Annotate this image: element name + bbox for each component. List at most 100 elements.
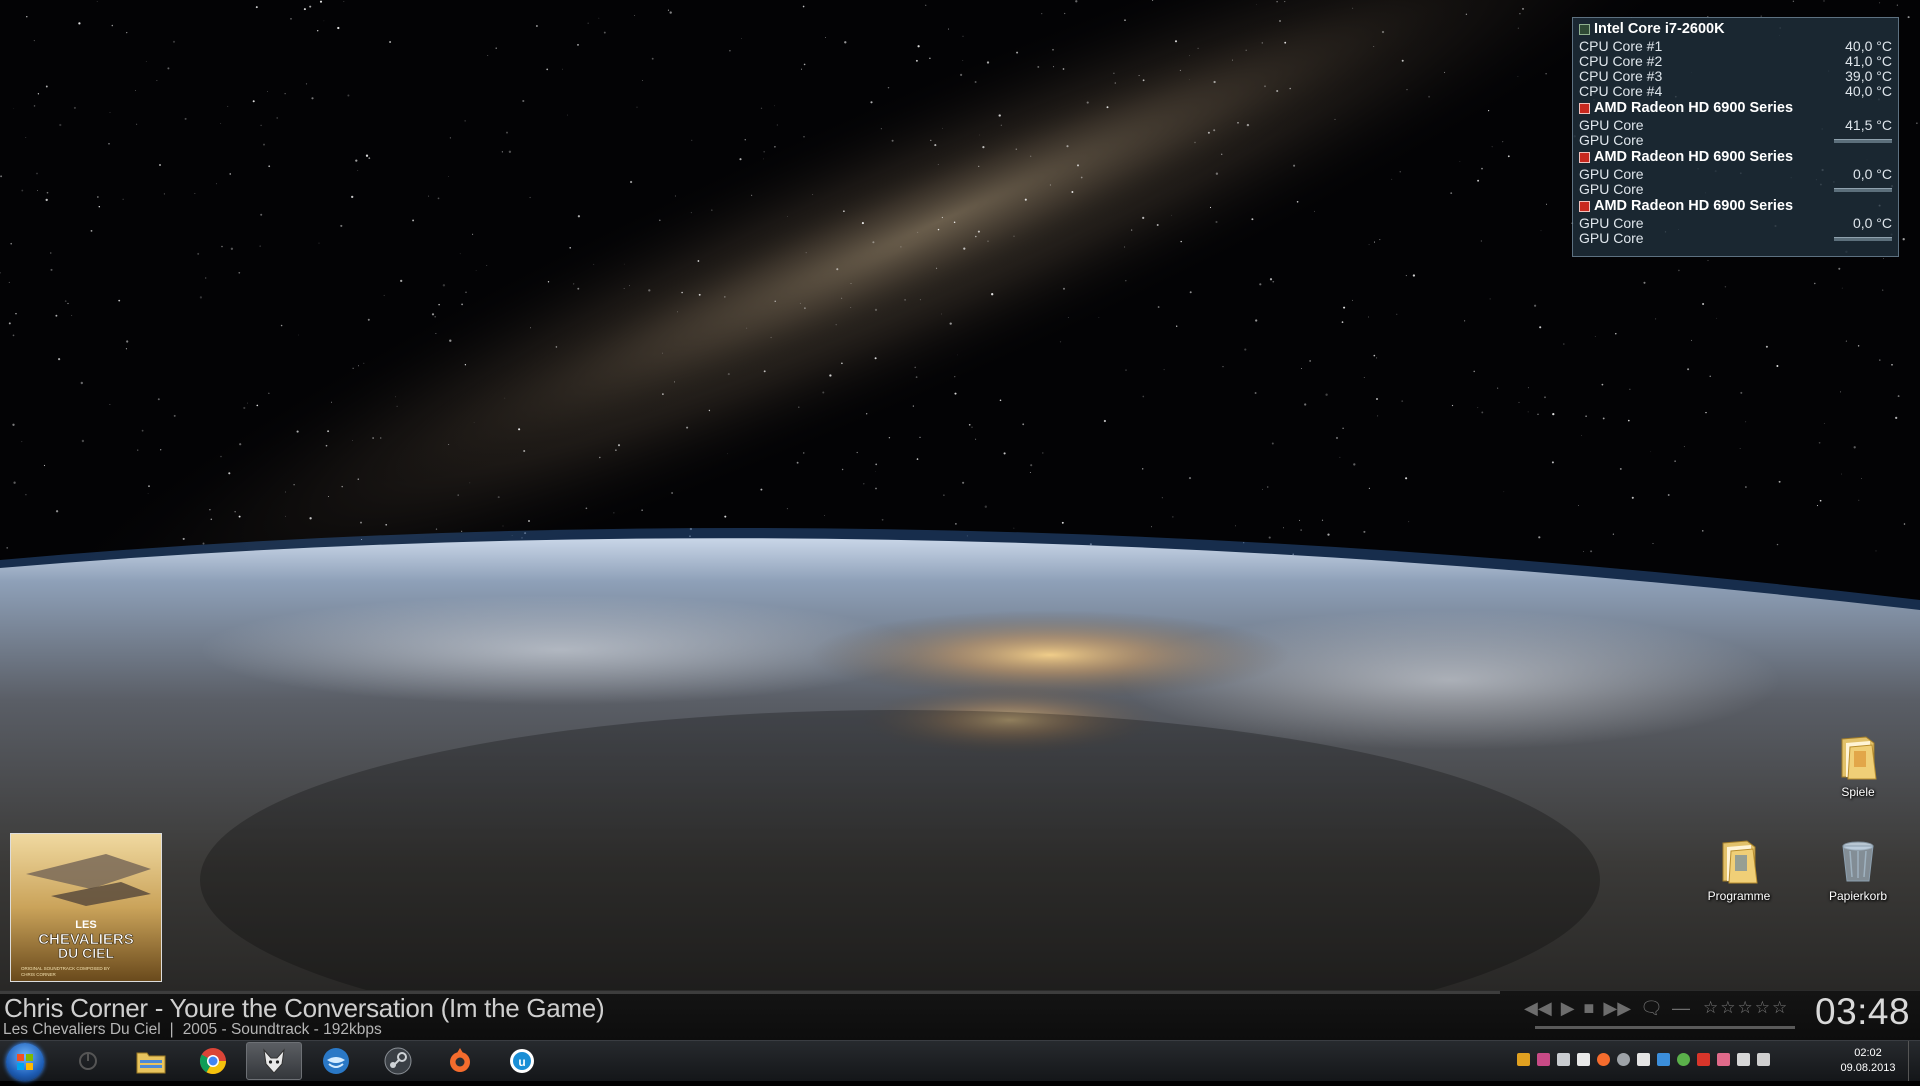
cpu-core-temp: 40,0 °C [1845,83,1892,99]
play-icon[interactable]: ▶ [1561,998,1575,1018]
chrome-icon [199,1048,227,1075]
track-album: Les Chevaliers Du Ciel [3,1021,161,1038]
clock-date: 09.08.2013 [1840,1062,1896,1074]
taskbar-foobar-button[interactable] [246,1042,302,1080]
taskbar-explorer-button[interactable] [123,1042,179,1080]
cpu-core-row: CPU Core #3 39,0 °C [1579,69,1892,84]
uplay-icon: u [510,1049,534,1073]
volume-icon[interactable] [1757,1053,1770,1066]
cpu-name: Intel Core i7-2600K [1594,21,1725,37]
gpu-load-bar [1834,138,1892,143]
seek-bar[interactable] [1535,1026,1795,1029]
gpu-temp-label: GPU Core [1579,117,1644,133]
taskbar-power-button[interactable] [60,1042,116,1080]
cpu-core-temp: 40,0 °C [1845,38,1892,54]
taskbar-origin-button[interactable] [432,1042,488,1080]
cpu-header: Intel Core i7-2600K [1579,20,1892,39]
gpu-load-row: GPU Core [1579,231,1892,246]
album-credit1: ORIGINAL SOUNDTRACK COMPOSED BY [21,966,110,971]
tray-display-icon[interactable] [1737,1053,1750,1066]
cpu-core-label: CPU Core #2 [1579,53,1663,69]
gpu-temp-value: 0,0 °C [1852,215,1892,231]
cpu-chip-icon [1579,24,1590,35]
cpu-core-temp: 41,0 °C [1845,53,1892,69]
desktop-icon-label: Papierkorb [1828,889,1888,903]
gpu-load-label: GPU Core [1579,132,1644,148]
ati-logo-icon [1579,103,1590,114]
tray-app-icon[interactable] [1537,1053,1550,1066]
tray-gadget-icon[interactable] [1517,1053,1530,1066]
track-time: 03:48 [1815,991,1911,1032]
svg-text:u: u [518,1055,525,1069]
volume-dash-icon[interactable]: — [1672,998,1690,1018]
power-icon [79,1052,97,1070]
gpu-temp-value: 41,5 °C [1845,117,1892,133]
lyrics-bubble-icon[interactable]: 🗨 [1640,998,1663,1018]
star-icon: ☆ [1702,998,1719,1017]
cpu-core-temp: 39,0 °C [1845,68,1892,84]
taskbar-chrome-button[interactable] [185,1042,241,1080]
cpu-core-row: CPU Core #4 40,0 °C [1579,84,1892,99]
tray-bars-icon[interactable] [1657,1053,1670,1066]
thunderbird-icon [323,1048,349,1074]
start-button[interactable] [6,1043,44,1081]
desktop-icon-label: Programme [1707,889,1771,903]
folder-icon [1722,840,1758,884]
gpu-load-label: GPU Core [1579,230,1644,246]
gpu-load-bar [1834,236,1892,241]
album-credit2: CHRIS CORNER [21,972,57,977]
taskbar: u 02:02 09.08.2013 [0,1040,1920,1081]
album-line3: DU CIEL [58,945,114,961]
cpu-core-row: CPU Core #2 41,0 °C [1579,54,1892,69]
gpu-load-label: GPU Core [1579,181,1644,197]
tray-flag-icon[interactable] [1637,1053,1650,1066]
tray-steam-icon[interactable] [1617,1053,1630,1066]
playback-controls: ◀◀ ▶ ■ ▶▶ 🗨 — ☆ ☆ ☆ ☆ ☆ [1524,996,1787,1020]
rating-stars[interactable]: ☆ ☆ ☆ ☆ ☆ [1703,998,1787,1018]
gpu-load-row: GPU Core [1579,133,1892,148]
previous-icon[interactable]: ◀◀ [1524,998,1552,1018]
star-icon: ☆ [1754,998,1770,1017]
album-cover-image: LES CHEVALIERS DU CIEL ORIGINAL SOUNDTRA… [11,834,161,981]
track-details: Les Chevaliers Du Ciel | 2005 - Soundtrack… [3,1021,382,1039]
taskbar-thunderbird-button[interactable] [308,1042,364,1080]
desktop-icon-label: Spiele [1841,785,1875,799]
now-playing-bar: Chris Corner - Youre the Conversation (I… [0,990,1920,1040]
cpu-core-label: CPU Core #3 [1579,68,1663,84]
details-separator: | [169,1021,174,1038]
gpu-header: AMD Radeon HD 6900 Series [1579,99,1892,118]
gpu-temp-value: 0,0 °C [1852,166,1892,182]
show-desktop-button[interactable] [1908,1041,1920,1081]
gpu-name: AMD Radeon HD 6900 Series [1594,149,1794,165]
tray-shield-icon[interactable] [1677,1053,1690,1066]
tray-bird-icon[interactable] [1557,1053,1570,1066]
gpu-temp-label: GPU Core [1579,166,1644,182]
gpu-temp-label: GPU Core [1579,215,1644,231]
tray-origin-icon[interactable] [1597,1053,1610,1066]
gpu-name: AMD Radeon HD 6900 Series [1594,100,1794,116]
gpu-name: AMD Radeon HD 6900 Series [1594,198,1794,214]
tray-window-icon[interactable] [1577,1053,1590,1066]
album-line1: LES [75,919,96,931]
track-title: Chris Corner - Youre the Conversation (I… [4,993,605,1023]
desktop-icon-spiele[interactable]: Spiele [1813,733,1903,799]
track-meta: 2005 - Soundtrack - 192kbps [182,1021,382,1038]
fox-mascot-icon [263,1048,285,1074]
desktop-icon-papierkorb[interactable]: Papierkorb [1813,837,1903,903]
star-icon: ☆ [1720,998,1736,1017]
next-icon[interactable]: ▶▶ [1603,998,1631,1018]
desktop-icon-programme[interactable]: Programme [1694,837,1784,903]
tray-network-icon[interactable] [1717,1053,1730,1066]
taskbar-uplay-button[interactable]: u [494,1042,550,1080]
explorer-folder-icon [136,1052,166,1074]
gpu-load-bar [1834,187,1892,192]
ati-logo-icon [1579,152,1590,163]
cpu-core-label: CPU Core #4 [1579,83,1663,99]
star-icon: ☆ [1771,998,1788,1017]
cpu-core-row: CPU Core #1 40,0 °C [1579,39,1892,54]
stop-icon[interactable]: ■ [1584,998,1595,1018]
taskbar-clock[interactable]: 02:02 09.08.2013 [1833,1046,1903,1076]
taskbar-steam-button[interactable] [370,1042,426,1080]
tray-speaker-red-icon[interactable] [1697,1053,1710,1066]
windows-logo-icon [17,1054,33,1070]
